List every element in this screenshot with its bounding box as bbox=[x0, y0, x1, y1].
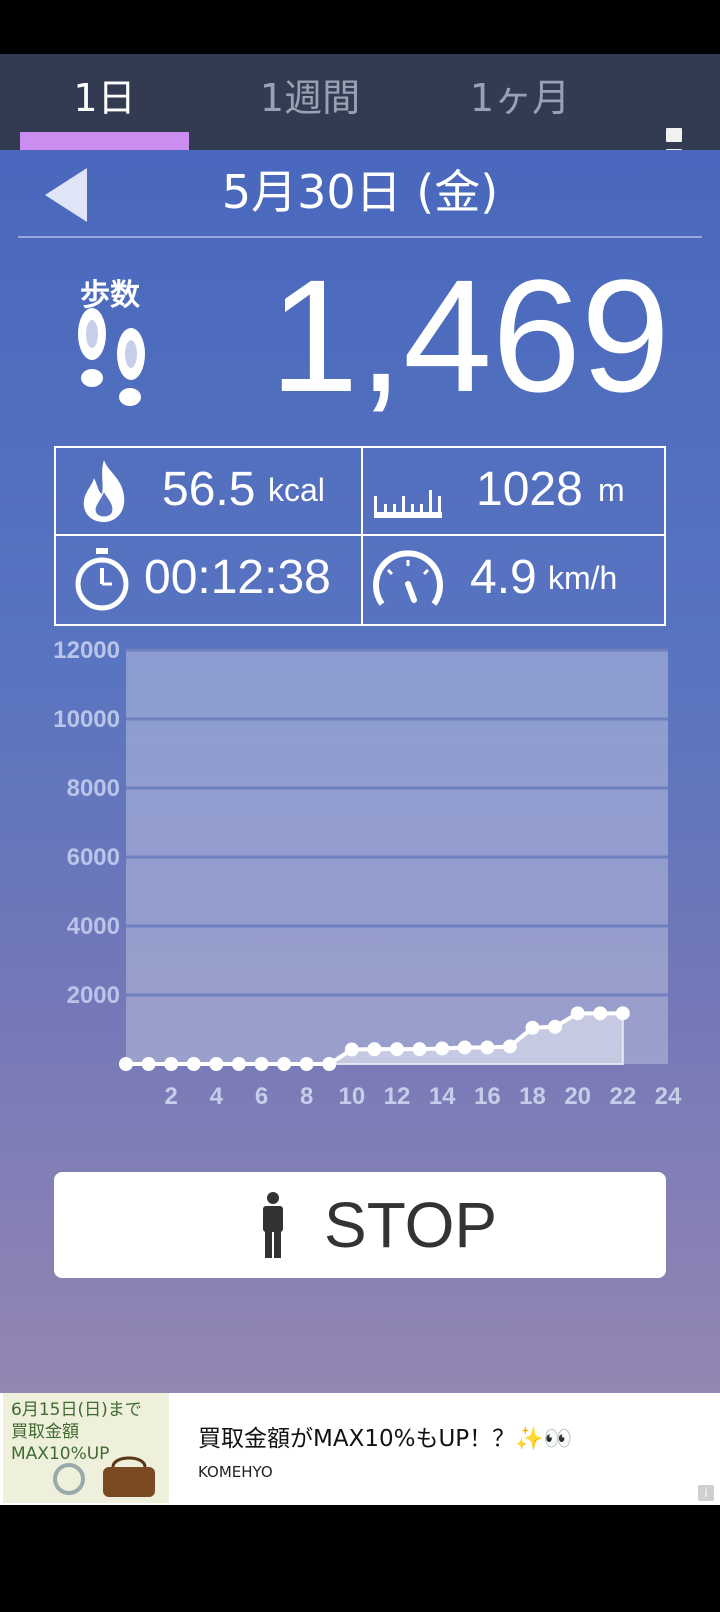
ad-advertiser: KOMEHYO bbox=[198, 1463, 273, 1481]
y-tick-label: 6000 bbox=[67, 844, 120, 871]
flame-icon bbox=[83, 460, 125, 522]
x-tick-label: 16 bbox=[474, 1083, 501, 1110]
x-tick-label: 14 bbox=[429, 1083, 456, 1110]
person-icon bbox=[263, 1192, 283, 1258]
tab-selected-indicator bbox=[20, 132, 189, 150]
data-point bbox=[412, 1042, 427, 1057]
y-tick-label: 8000 bbox=[67, 775, 120, 802]
y-tick-label: 2000 bbox=[67, 982, 120, 1009]
tab-1-week[interactable]: 1週間 bbox=[220, 68, 400, 128]
x-tick-label: 24 bbox=[655, 1083, 682, 1110]
footsteps-icon bbox=[78, 308, 145, 406]
x-tick-label: 12 bbox=[384, 1083, 411, 1110]
ruler-icon bbox=[374, 490, 442, 518]
x-tick-label: 20 bbox=[564, 1083, 591, 1110]
data-point bbox=[141, 1057, 156, 1071]
steps-count: 1,469 bbox=[269, 246, 670, 425]
data-point bbox=[299, 1057, 314, 1071]
stop-button-label: STOP bbox=[324, 1189, 498, 1261]
data-point bbox=[390, 1042, 404, 1057]
data-point bbox=[593, 1006, 608, 1021]
pedometer-panel: 5月30日 (金) 歩数 1,469 56.5 kcal 1028 m 00:1… bbox=[0, 150, 720, 1393]
ad-image[interactable]: 6月15日(日)まで 買取金額MAX10%UP bbox=[3, 1393, 169, 1503]
ad-info-icon[interactable]: i bbox=[698, 1485, 714, 1501]
data-point bbox=[254, 1057, 269, 1071]
speed-value: 4.9 bbox=[470, 551, 537, 604]
data-point bbox=[457, 1040, 472, 1055]
stats-grid: 56.5 kcal 1028 m 00:12:38 4.9 km/h bbox=[54, 446, 666, 626]
tab-1-month[interactable]: 1ヶ月 bbox=[430, 68, 610, 128]
data-point bbox=[164, 1057, 179, 1071]
data-point bbox=[367, 1042, 382, 1057]
back-arrow-icon[interactable] bbox=[45, 168, 87, 222]
ad-banner[interactable]: 6月15日(日)まで 買取金額MAX10%UP 買取金額がMAX10%もUP！？… bbox=[0, 1393, 720, 1505]
data-point bbox=[344, 1042, 359, 1057]
x-tick-label: 8 bbox=[300, 1083, 313, 1110]
ring-and-bag-icon bbox=[53, 1456, 155, 1497]
stopwatch-icon bbox=[75, 548, 129, 611]
data-point bbox=[548, 1019, 563, 1034]
x-tick-label: 2 bbox=[164, 1083, 177, 1110]
calories-unit: kcal bbox=[268, 472, 325, 508]
x-tick-label: 22 bbox=[609, 1083, 636, 1110]
y-tick-label: 12000 bbox=[53, 637, 120, 664]
calories-value: 56.5 bbox=[162, 463, 256, 516]
data-point bbox=[119, 1057, 133, 1071]
navigation-bar bbox=[0, 1505, 720, 1612]
data-point bbox=[277, 1057, 292, 1071]
app-screen: 1日 1週間 1ヶ月 5月30日 (金) 歩数 1,469 56.5 kcal … bbox=[0, 0, 720, 1612]
x-tick-label: 6 bbox=[255, 1083, 268, 1110]
speed-unit: km/h bbox=[548, 560, 618, 596]
stop-button[interactable]: STOP bbox=[54, 1172, 666, 1278]
x-tick-label: 4 bbox=[210, 1083, 224, 1110]
data-point bbox=[480, 1040, 495, 1055]
data-point bbox=[502, 1039, 517, 1054]
date-title: 5月30日 (金) bbox=[221, 165, 499, 219]
data-point bbox=[525, 1020, 540, 1035]
status-bar bbox=[0, 0, 720, 54]
data-point bbox=[570, 1006, 585, 1021]
data-point bbox=[186, 1057, 201, 1071]
tab-1-day[interactable]: 1日 bbox=[20, 68, 189, 128]
distance-unit: m bbox=[598, 472, 625, 508]
header-divider bbox=[18, 236, 702, 238]
distance-value: 1028 bbox=[476, 463, 583, 516]
time-value: 00:12:38 bbox=[144, 551, 331, 604]
x-tick-label: 10 bbox=[338, 1083, 365, 1110]
speedometer-icon bbox=[373, 550, 443, 606]
ad-title[interactable]: 買取金額がMAX10%もUP！？✨👀 bbox=[198, 1419, 572, 1453]
data-point bbox=[322, 1057, 337, 1071]
x-tick-label: 18 bbox=[519, 1083, 546, 1110]
stats-divider-vertical bbox=[361, 448, 363, 624]
data-point bbox=[435, 1041, 450, 1056]
data-point bbox=[615, 1006, 630, 1021]
data-point bbox=[231, 1057, 246, 1071]
data-point bbox=[209, 1057, 224, 1071]
stats-divider-horizontal bbox=[56, 534, 664, 536]
y-tick-label: 10000 bbox=[53, 706, 120, 733]
y-tick-label: 4000 bbox=[67, 913, 120, 940]
